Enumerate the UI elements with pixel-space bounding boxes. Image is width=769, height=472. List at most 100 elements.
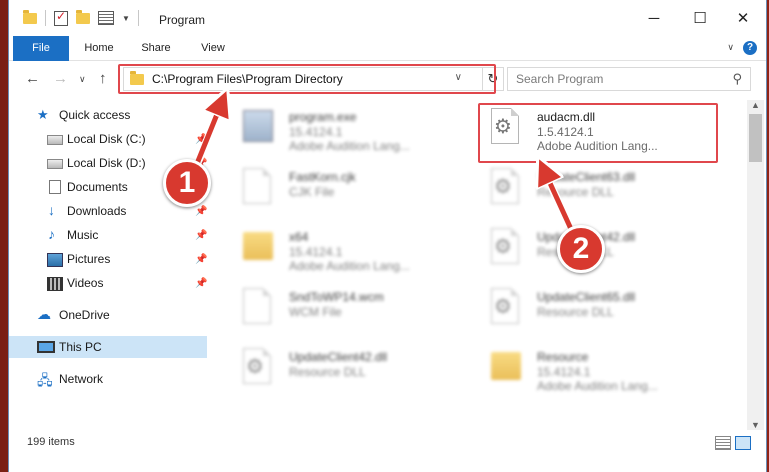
chevron-down-icon[interactable]: ▼ (122, 14, 130, 23)
folder-icon (491, 348, 521, 388)
pin-icon[interactable]: 📌 (195, 278, 207, 289)
list-item[interactable]: Resource 15.4124.1 Adobe Audition Lang..… (481, 342, 721, 398)
minimize-icon: ─ (648, 9, 660, 27)
file-name: UpdateClient42.dll (289, 350, 388, 364)
list-item[interactable]: FastKorn.cjk CJK File (233, 162, 473, 218)
sidebar-item-local-disk-c[interactable]: Local Disk (C:) 📌 (9, 128, 207, 150)
sidebar-item-label: Network (59, 372, 104, 386)
computer-icon (37, 341, 55, 353)
sidebar-item-label: Documents (67, 180, 128, 194)
sidebar-item-this-pc[interactable]: This PC (9, 336, 207, 358)
file-name: SndToWP14.wcm (289, 290, 384, 304)
sidebar-item-quick-access[interactable]: ★ Quick access (9, 104, 207, 126)
file-version: 15.4124.1 (537, 365, 591, 379)
file-icon (243, 168, 273, 208)
file-name: UpdateClient65.dll (537, 290, 636, 304)
sidebar-item-label: Downloads (67, 204, 127, 218)
music-icon: ♪ (48, 226, 55, 242)
star-icon: ★ (37, 107, 49, 122)
disk-icon (47, 159, 63, 169)
file-version: 15.4124.1 (289, 245, 343, 259)
scroll-down-icon[interactable]: ▼ (751, 420, 760, 430)
search-icon: ⚲ (732, 71, 742, 86)
sidebar-item-label: Videos (67, 276, 104, 290)
sidebar-item-label: Music (67, 228, 99, 242)
title-bar: ▼ Program ─ ☐ ✕ (9, 0, 766, 36)
address-bar-highlight (118, 64, 496, 94)
step-badge-2: 2 (557, 225, 605, 273)
sidebar-item-network[interactable]: 🖧 Network (9, 368, 207, 390)
file-icon (243, 288, 273, 328)
ribbon-tabs: File Home Share View ∨ ? (9, 36, 766, 92)
exe-icon (243, 108, 273, 148)
pin-icon[interactable]: 📌 (195, 134, 207, 145)
download-icon: ↓ (48, 202, 55, 218)
folder-icon[interactable] (23, 9, 37, 24)
close-button[interactable]: ✕ (720, 0, 766, 36)
sidebar-item-pictures[interactable]: Pictures 📌 (9, 248, 207, 270)
minimize-button[interactable]: ─ (631, 0, 677, 36)
sidebar-item-music[interactable]: ♪ Music 📌 (9, 224, 207, 246)
sidebar-item-label: OneDrive (59, 308, 110, 322)
tab-home[interactable]: Home (79, 36, 119, 60)
list-item[interactable]: ⚙ UpdateClient42.dll Resource DLL (233, 342, 473, 398)
pin-icon[interactable]: 📌 (195, 206, 207, 217)
details-view-icon[interactable] (715, 436, 731, 450)
file-type: Resource DLL (289, 365, 366, 379)
file-description: Adobe Audition Lang... (289, 139, 410, 153)
tab-view[interactable]: View (195, 36, 231, 60)
checklist-icon[interactable] (54, 9, 68, 26)
expand-ribbon-icon[interactable]: ∨ (727, 42, 734, 53)
vertical-scrollbar[interactable]: ▲ ▼ (747, 100, 764, 430)
navigation-pane: ★ Quick access Local Disk (C:) 📌 Local D… (9, 100, 209, 430)
pictures-icon (47, 253, 63, 267)
file-version: 15.4124.1 (289, 125, 343, 139)
list-item[interactable]: SndToWP14.wcm WCM File (233, 282, 473, 338)
window-title: Program (159, 13, 206, 27)
file-type: CJK File (289, 185, 335, 199)
close-icon: ✕ (736, 10, 750, 27)
file-type: WCM File (289, 305, 342, 319)
dll-gear-icon: ⚙ (243, 348, 273, 388)
properties-icon[interactable] (98, 11, 114, 25)
list-item[interactable]: program.exe 15.4124.1 Adobe Audition Lan… (233, 102, 473, 158)
file-name: program.exe (289, 110, 357, 124)
new-folder-icon[interactable] (76, 9, 90, 24)
network-icon: 🖧 (37, 372, 53, 388)
recent-locations-icon[interactable]: ∨ (79, 74, 86, 85)
help-icon[interactable]: ? (743, 41, 757, 55)
file-name: UpdateClient63.dll (537, 170, 636, 184)
sidebar-item-onedrive[interactable]: ☁ OneDrive (9, 304, 207, 326)
search-input[interactable]: Search Program ⚲ (507, 67, 751, 91)
file-name: x64 (289, 230, 309, 244)
scrollbar-thumb[interactable] (749, 114, 762, 162)
scroll-up-icon[interactable]: ▲ (751, 100, 760, 110)
file-name: FastKorn.cjk (289, 170, 356, 184)
sidebar-item-label: Quick access (59, 108, 131, 122)
search-placeholder: Search Program (516, 72, 604, 86)
pin-icon[interactable]: 📌 (195, 254, 207, 265)
file-type: Resource DLL (537, 305, 614, 319)
sidebar-item-label: This PC (59, 340, 102, 354)
maximize-button[interactable]: ☐ (677, 0, 723, 36)
videos-icon (47, 277, 63, 291)
pin-icon[interactable]: 📌 (195, 230, 207, 241)
list-item[interactable]: x64 15.4124.1 Adobe Audition Lang... (233, 222, 473, 278)
up-button[interactable]: ↑ (99, 70, 107, 87)
forward-button[interactable]: → (53, 70, 68, 87)
document-icon (49, 180, 61, 194)
sidebar-item-videos[interactable]: Videos 📌 (9, 272, 207, 294)
dll-gear-icon: ⚙ (491, 228, 521, 268)
cloud-icon: ☁ (37, 306, 51, 322)
list-item[interactable]: ⚙ UpdateClient65.dll Resource DLL (481, 282, 721, 338)
sidebar-item-label: Pictures (67, 252, 111, 266)
tab-share[interactable]: Share (135, 36, 177, 60)
file-type: Resource DLL (537, 185, 614, 199)
back-button[interactable]: ← (25, 70, 40, 87)
dll-gear-icon: ⚙ (491, 288, 521, 328)
step-badge-1: 1 (163, 159, 211, 207)
list-item[interactable]: ⚙ UpdateClient63.dll Resource DLL (481, 162, 721, 218)
file-description: Adobe Audition Lang... (289, 259, 410, 273)
tiles-view-icon[interactable] (735, 436, 751, 450)
dll-gear-icon: ⚙ (491, 168, 521, 208)
